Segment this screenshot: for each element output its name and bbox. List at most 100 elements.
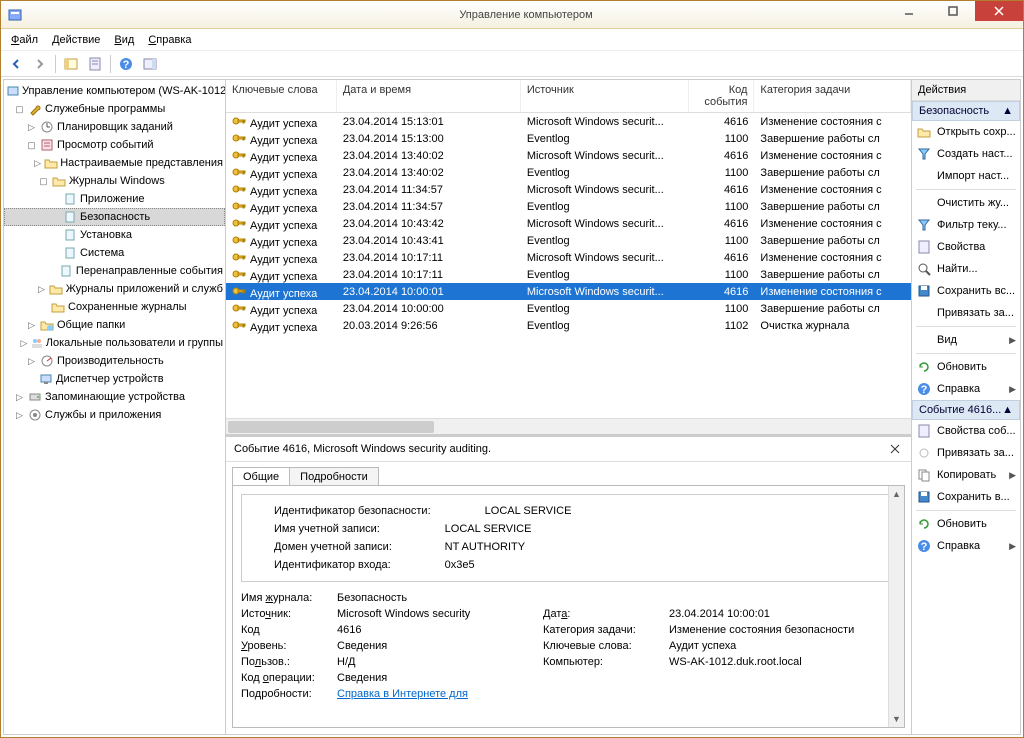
table-row[interactable]: Аудит успеха23.04.2014 10:00:00Eventlog1…	[226, 300, 911, 317]
opcode-label: Код операции:	[241, 672, 331, 684]
event-grid[interactable]: Ключевые слова Дата и время Источник Код…	[226, 80, 911, 418]
horizontal-scrollbar[interactable]	[226, 418, 911, 434]
action-view[interactable]: Вид▶	[912, 329, 1020, 351]
logonid-label: Идентификатор входа:	[274, 557, 443, 573]
tree-storage[interactable]: ▷Запоминающие устройства	[4, 388, 225, 406]
menu-file[interactable]: Файл	[5, 32, 44, 48]
col-datetime[interactable]: Дата и время	[337, 80, 521, 112]
grid-header[interactable]: Ключевые слова Дата и время Источник Код…	[226, 80, 911, 113]
expand-icon[interactable]: ▷	[33, 158, 42, 169]
tree-shared-folders[interactable]: ▷Общие папки	[4, 316, 225, 334]
action-save-selected[interactable]: Сохранить в...	[912, 486, 1020, 508]
tree-local-users[interactable]: ▷Локальные пользователи и группы	[4, 334, 225, 352]
col-category[interactable]: Категория задачи	[754, 80, 911, 112]
action-save-all[interactable]: Сохранить вс...	[912, 280, 1020, 302]
details-close-button[interactable]	[887, 441, 903, 457]
table-row[interactable]: Аудит успеха23.04.2014 11:34:57Eventlog1…	[226, 198, 911, 215]
action-attach-task[interactable]: Привязать за...	[912, 302, 1020, 324]
expand-icon[interactable]: ▷	[26, 320, 37, 331]
tree-custom-views[interactable]: ▷Настраиваемые представления	[4, 154, 225, 172]
category-value: Изменение состояния безопасности	[669, 624, 896, 636]
folder-icon	[51, 173, 67, 189]
table-row[interactable]: Аудит успеха23.04.2014 10:00:01Microsoft…	[226, 283, 911, 300]
tree-device-mgr[interactable]: Диспетчер устройств	[4, 370, 225, 388]
action-create-custom[interactable]: Создать наст...	[912, 143, 1020, 165]
minimize-button[interactable]	[887, 1, 931, 21]
tree-log-application[interactable]: Приложение	[4, 190, 225, 208]
action-event-properties[interactable]: Свойства соб...	[912, 420, 1020, 442]
table-row[interactable]: Аудит успеха23.04.2014 13:40:02Eventlog1…	[226, 164, 911, 181]
tree-log-setup[interactable]: Установка	[4, 226, 225, 244]
help-button[interactable]: ?	[115, 53, 137, 75]
action-filter-current[interactable]: Фильтр теку...	[912, 214, 1020, 236]
key-icon	[232, 182, 248, 196]
table-row[interactable]: Аудит успеха23.04.2014 15:13:00Eventlog1…	[226, 130, 911, 147]
properties-button[interactable]	[84, 53, 106, 75]
back-button[interactable]	[5, 53, 27, 75]
table-row[interactable]: Аудит успеха20.03.2014 9:26:56Eventlog11…	[226, 317, 911, 334]
moreinfo-label: Подробности:	[241, 688, 331, 700]
tree-task-scheduler[interactable]: ▷Планировщик заданий	[4, 118, 225, 136]
titlebar[interactable]: Управление компьютером	[1, 1, 1023, 29]
menu-view[interactable]: Вид	[108, 32, 140, 48]
table-row[interactable]: Аудит успеха23.04.2014 11:34:57Microsoft…	[226, 181, 911, 198]
action-attach-task-event[interactable]: Привязать за...	[912, 442, 1020, 464]
action-refresh2[interactable]: Обновить	[912, 513, 1020, 535]
actions-group-security[interactable]: Безопасность▲	[912, 101, 1020, 121]
action-clear-log[interactable]: Очистить жу...	[912, 192, 1020, 214]
action-refresh[interactable]: Обновить	[912, 356, 1020, 378]
tree-app-logs[interactable]: ▷Журналы приложений и служб	[4, 280, 225, 298]
action-pane-button[interactable]	[139, 53, 161, 75]
tree-performance[interactable]: ▷Производительность	[4, 352, 225, 370]
col-eventid[interactable]: Код события	[689, 80, 754, 112]
tab-general[interactable]: Общие	[232, 467, 290, 486]
tree-saved-logs[interactable]: Сохраненные журналы	[4, 298, 225, 316]
expand-icon[interactable]: ▷	[14, 410, 25, 421]
expand-icon[interactable]: ▷	[26, 122, 37, 133]
menu-help[interactable]: Справка	[142, 32, 197, 48]
expand-icon[interactable]: ▷	[14, 392, 25, 403]
table-row[interactable]: Аудит успеха23.04.2014 10:43:41Eventlog1…	[226, 232, 911, 249]
key-icon	[232, 267, 248, 281]
table-row[interactable]: Аудит успеха23.04.2014 10:17:11Eventlog1…	[226, 266, 911, 283]
action-copy[interactable]: Копировать▶	[912, 464, 1020, 486]
collapse-icon[interactable]: ▢	[26, 140, 37, 151]
navigation-tree[interactable]: Управление компьютером (WS-AK-1012) ▢Слу…	[4, 80, 226, 734]
table-row[interactable]: Аудит успеха23.04.2014 13:40:02Microsoft…	[226, 147, 911, 164]
expand-icon[interactable]: ▷	[36, 284, 46, 295]
key-icon	[232, 148, 248, 162]
maximize-button[interactable]	[931, 1, 975, 21]
action-help2[interactable]: ?Справка▶	[912, 535, 1020, 557]
details-vscrollbar[interactable]: ▲▼	[888, 486, 904, 727]
tree-log-forwarded[interactable]: Перенаправленные события	[4, 262, 225, 280]
tree-root[interactable]: Управление компьютером (WS-AK-1012)	[4, 82, 225, 100]
tree-system-tools[interactable]: ▢Служебные программы	[4, 100, 225, 118]
table-row[interactable]: Аудит успеха23.04.2014 15:13:01Microsoft…	[226, 113, 911, 130]
tree-log-security[interactable]: Безопасность	[4, 208, 225, 226]
expand-icon[interactable]: ▷	[20, 338, 27, 349]
level-label: Уровень:	[241, 640, 331, 652]
action-find[interactable]: Найти...	[912, 258, 1020, 280]
close-button[interactable]	[975, 1, 1023, 21]
menu-action[interactable]: Действие	[46, 32, 106, 48]
table-row[interactable]: Аудит успеха23.04.2014 10:17:11Microsoft…	[226, 249, 911, 266]
tree-event-viewer[interactable]: ▢Просмотр событий	[4, 136, 225, 154]
table-row[interactable]: Аудит успеха23.04.2014 10:43:42Microsoft…	[226, 215, 911, 232]
action-properties[interactable]: Свойства	[912, 236, 1020, 258]
actions-group-event[interactable]: Событие 4616...▲	[912, 400, 1020, 420]
tree-log-system[interactable]: Система	[4, 244, 225, 262]
show-hide-tree-button[interactable]	[60, 53, 82, 75]
tab-details[interactable]: Подробности	[289, 467, 379, 486]
action-help[interactable]: ?Справка▶	[912, 378, 1020, 400]
collapse-icon[interactable]: ▢	[14, 104, 25, 115]
expand-icon[interactable]: ▷	[26, 356, 37, 367]
tree-services[interactable]: ▷Службы и приложения	[4, 406, 225, 424]
col-keywords[interactable]: Ключевые слова	[226, 80, 337, 112]
forward-button[interactable]	[29, 53, 51, 75]
col-source[interactable]: Источник	[521, 80, 689, 112]
action-import-custom[interactable]: Импорт наст...	[912, 165, 1020, 187]
collapse-icon[interactable]: ▢	[38, 176, 49, 187]
action-open-saved[interactable]: Открыть сохр...	[912, 121, 1020, 143]
tree-windows-logs[interactable]: ▢Журналы Windows	[4, 172, 225, 190]
moreinfo-link[interactable]: Справка в Интернете для	[337, 688, 896, 700]
